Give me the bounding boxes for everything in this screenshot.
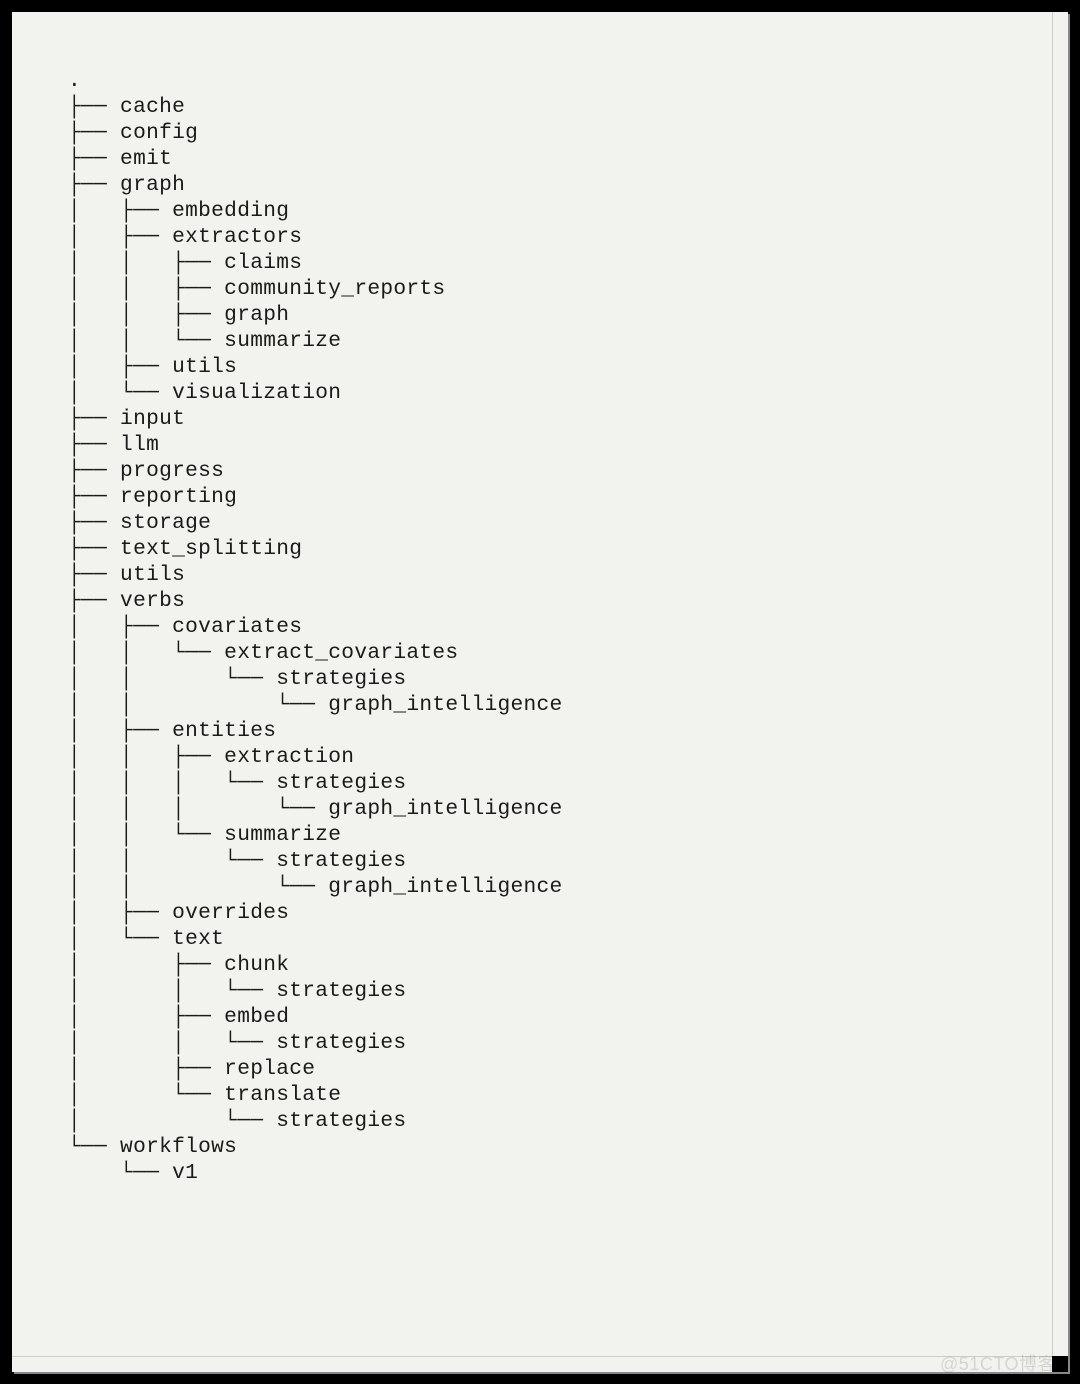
page-shadow: . ├── cache ├── config ├── emit ├── grap… xyxy=(12,12,1068,1372)
directory-tree: . ├── cache ├── config ├── emit ├── grap… xyxy=(12,12,1052,1186)
watermark-text: @51CTO博客 xyxy=(940,1350,1056,1376)
document-page: . ├── cache ├── config ├── emit ├── grap… xyxy=(12,12,1053,1357)
